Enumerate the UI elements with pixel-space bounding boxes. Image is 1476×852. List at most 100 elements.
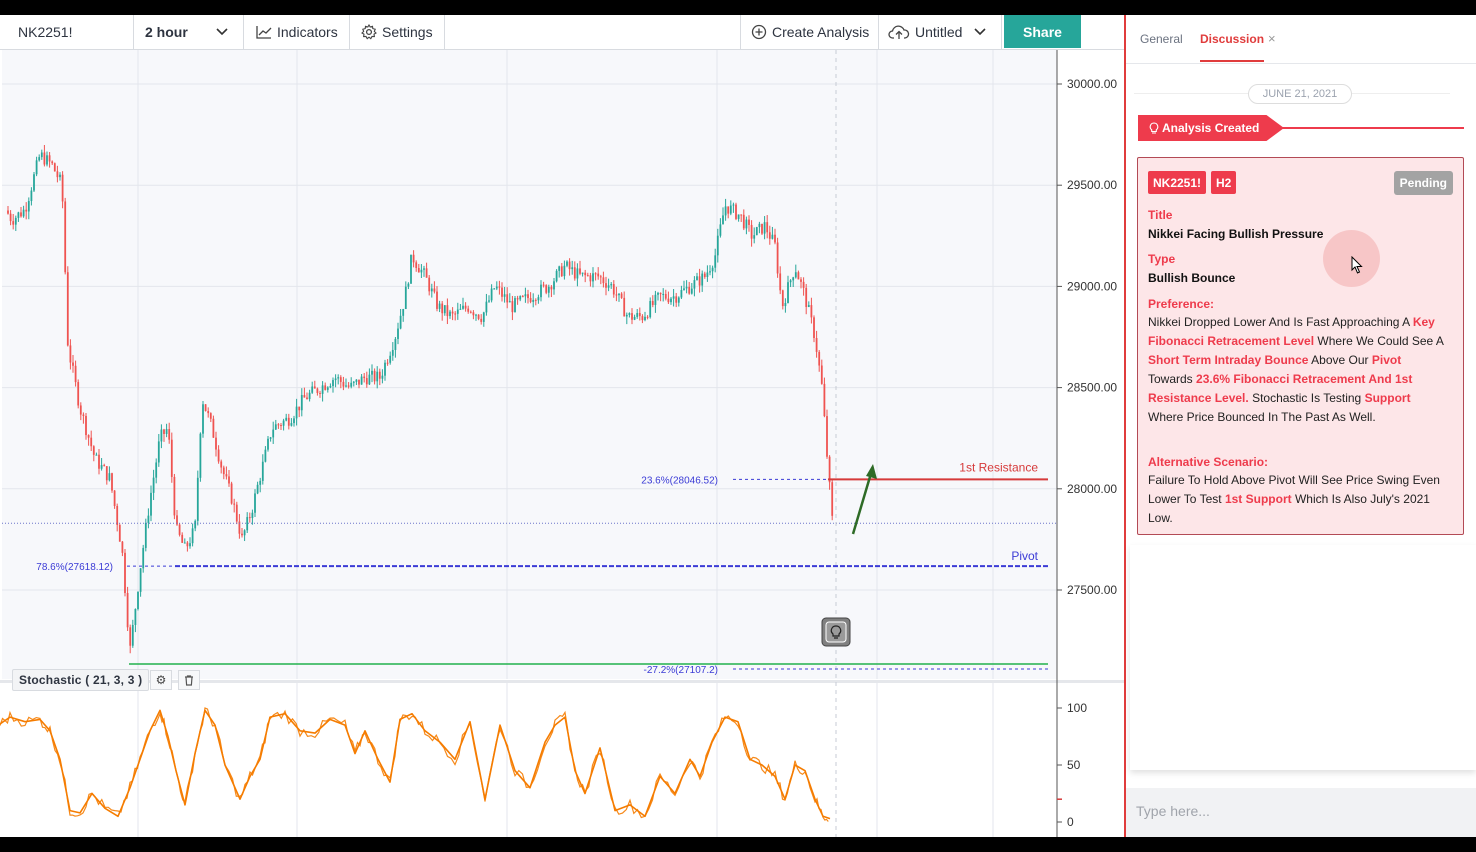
- candle-body: [365, 378, 368, 385]
- message-list: [1130, 545, 1476, 770]
- candle-body: [823, 383, 826, 417]
- close-icon[interactable]: ×: [1268, 31, 1276, 46]
- candle-body: [27, 201, 30, 212]
- alternative-label: Alternative Scenario:: [1148, 455, 1269, 469]
- candle-body: [670, 298, 672, 303]
- tab-discussion[interactable]: Discussion: [1200, 32, 1265, 62]
- indicators-button[interactable]: Indicators: [244, 15, 350, 49]
- candle-body: [430, 288, 433, 292]
- candle-body: [605, 283, 607, 288]
- candle-body: [394, 338, 397, 350]
- candle-body: [199, 433, 202, 478]
- candle-body: [735, 204, 737, 219]
- candle-body: [456, 309, 459, 314]
- candle-body: [779, 273, 782, 291]
- candle-body: [251, 512, 254, 519]
- price-tick-label: 29000.00: [1067, 279, 1117, 293]
- analysis-marker-inner: [825, 621, 847, 643]
- tab-general[interactable]: General: [1140, 32, 1183, 46]
- candle-body: [568, 261, 571, 270]
- candle-body: [529, 298, 532, 302]
- candle-body: [59, 174, 61, 178]
- candle-body: [740, 214, 743, 216]
- badge-label: Analysis Created: [1162, 121, 1260, 135]
- candle-body: [659, 292, 662, 295]
- candle-body: [25, 209, 28, 212]
- stoch-tick-label: 50: [1067, 758, 1081, 772]
- candle-body: [324, 385, 327, 390]
- symbol-selector[interactable]: NK2251!: [0, 15, 134, 49]
- candle-body: [82, 414, 85, 416]
- candle-body: [831, 482, 834, 516]
- candle-body: [157, 441, 160, 463]
- highlight-text: Pivot: [1371, 353, 1402, 367]
- candle-body: [12, 221, 15, 225]
- candle-body: [716, 235, 719, 256]
- candle-body: [329, 386, 332, 388]
- candle-body: [420, 269, 423, 273]
- create-analysis-label: Create Analysis: [772, 24, 870, 40]
- study-delete-button[interactable]: [178, 670, 200, 690]
- share-button[interactable]: Share: [1004, 15, 1081, 48]
- candle-body: [428, 277, 431, 292]
- settings-button[interactable]: Settings: [350, 15, 445, 49]
- candle-body: [657, 292, 659, 295]
- candle-body: [532, 299, 535, 302]
- candle-body: [20, 212, 22, 217]
- candle-body: [677, 297, 680, 303]
- candle-body: [347, 385, 350, 387]
- candle-body: [467, 308, 470, 312]
- mouse-cursor-icon: [1351, 256, 1363, 274]
- candle-body: [446, 305, 449, 317]
- candle-body: [425, 268, 428, 278]
- candle-body: [534, 299, 537, 301]
- trash-icon: [185, 674, 193, 686]
- candle-body: [389, 355, 392, 363]
- candle-body: [40, 152, 43, 158]
- body-text: Towards: [1148, 372, 1197, 386]
- analysis-type: Bullish Bounce: [1148, 271, 1236, 285]
- candle-body: [787, 282, 789, 303]
- candle-body: [631, 313, 633, 320]
- message-input[interactable]: [1136, 798, 1466, 824]
- candle-body: [342, 381, 345, 387]
- candle-body: [545, 285, 548, 293]
- candle-body: [246, 517, 249, 531]
- candle-body: [802, 281, 805, 288]
- price-chart[interactable]: 23.6%(28046.52) 1st Resistance 78.6%(27618…: [0, 50, 1124, 837]
- chart-area[interactable]: 23.6%(28046.52) 1st Resistance 78.6%(27618…: [0, 50, 1124, 837]
- interval-dropdown[interactable]: 2 hour: [134, 15, 244, 49]
- fib-label: 23.6%(28046.52): [641, 475, 718, 486]
- candle-body: [303, 395, 306, 398]
- lightbulb-icon: [1149, 121, 1159, 134]
- candle-body: [449, 311, 451, 317]
- create-analysis-button[interactable]: Create Analysis: [740, 15, 879, 49]
- candle-body: [441, 303, 444, 314]
- candle-body: [498, 286, 501, 288]
- candle-body: [313, 386, 316, 389]
- candle-body: [511, 301, 514, 313]
- timeframe-tag: H2: [1211, 171, 1237, 194]
- candle-body: [464, 305, 467, 309]
- candle-body: [727, 206, 730, 214]
- body-text: Where Price Bounced In The Past As Well.: [1148, 410, 1376, 424]
- layout-dropdown[interactable]: Untitled: [879, 15, 1002, 49]
- study-settings-button[interactable]: ⚙: [150, 670, 172, 690]
- candle-body: [254, 493, 256, 513]
- price-tick-label: 28500.00: [1067, 381, 1117, 395]
- candle-body: [215, 437, 217, 450]
- candle-body: [781, 290, 784, 307]
- candle-body: [761, 223, 763, 234]
- candle-body: [384, 362, 386, 376]
- candle-body: [703, 273, 706, 277]
- candle-body: [173, 476, 176, 516]
- candle-body: [415, 262, 418, 268]
- candle-body: [423, 268, 425, 270]
- stochastic-study-label[interactable]: Stochastic ( 21, 3, 3 ): [12, 669, 150, 691]
- candle-body: [750, 224, 753, 239]
- candle-body: [709, 271, 711, 273]
- candle-body: [274, 424, 277, 430]
- candle-body: [589, 275, 592, 282]
- body-text: Stochastic Is Testing: [1248, 391, 1365, 405]
- highlight-text: Short Term Intraday Bounce: [1148, 353, 1309, 367]
